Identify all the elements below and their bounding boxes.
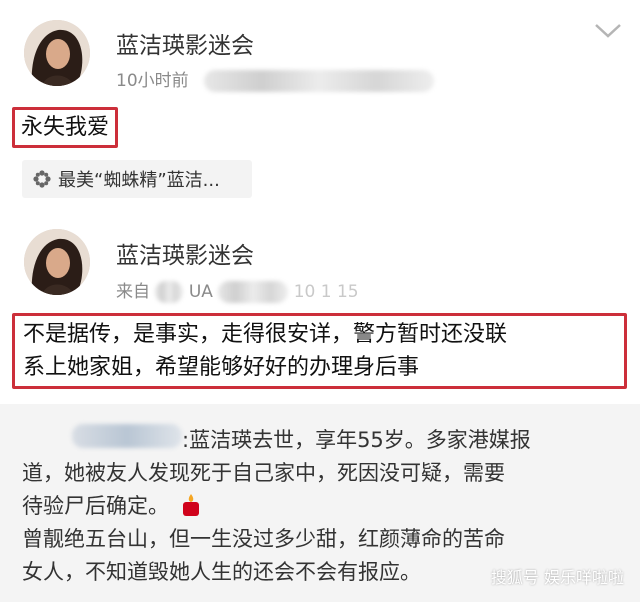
post-2: 蓝洁瑛影迷会 来自 UA 10 1 15 不是据传，是事实，走得很安详，警方暂时… [0,0,640,400]
quoted-text-line: 女人，不知道毁她人生的还会不会有报应。 [22,560,421,584]
highlighted-post-text: 不是据传，是事实，走得很安详，警方暂时还没联 系上她家姐，希望能够好好的办理身后… [12,313,627,389]
quoted-text-line: 曾靓绝五台山，但一生没过多少甜，红颜薄命的苦命 [22,527,505,551]
source-prefix: 来自 [116,282,150,302]
quoted-text-line: 待验尸后确定。 [22,490,202,522]
source-fragment-a: UA [188,282,213,302]
redacted-source [218,281,289,303]
redacted-source [155,281,184,303]
post-source: 来自 UA 10 1 15 [116,277,359,303]
author-name[interactable]: 蓝洁瑛影迷会 [116,236,254,270]
quoted-post[interactable]: :蓝洁瑛去世，享年55岁。多家港媒报 道，她被友人发现死于自己家中，死因没可疑，… [0,404,640,602]
avatar[interactable] [24,229,90,295]
candle-icon [180,493,202,522]
quoted-text-line: :蓝洁瑛去世，享年55岁。多家港媒报 [182,428,531,452]
redacted-username [72,424,182,448]
post-content-line: 系上她家姐，希望能够好好的办理身后事 [23,355,420,380]
quoted-text-line: 道，她被友人发现死于自己家中，死因没可疑，需要 [22,461,505,485]
source-fragment-b: 10 1 15 [293,282,359,302]
watermark: 搜狐号 娱乐咩啦啦 [490,568,624,587]
post-content-line: 不是据传，是事实，走得很安详，警方暂时还没联 [23,322,508,347]
